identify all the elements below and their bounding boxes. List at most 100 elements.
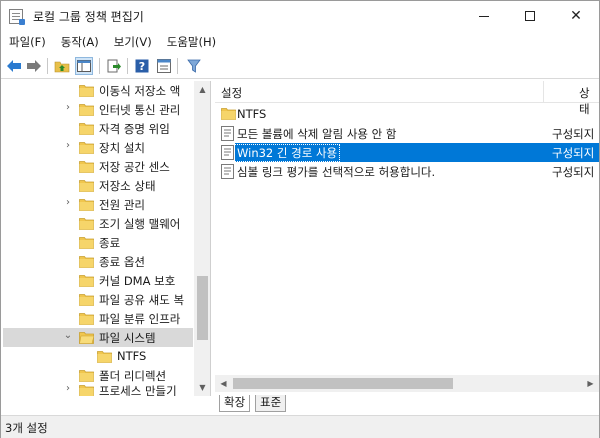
folder-icon (79, 198, 94, 211)
menu-help[interactable]: 도움말(H) (159, 31, 223, 52)
status-text: 3개 설정 (5, 421, 48, 435)
filter-icon (187, 59, 201, 73)
help-button[interactable]: ? (133, 57, 151, 75)
maximize-icon (525, 11, 535, 21)
tree-item[interactable]: 저장 공간 센스 (3, 157, 193, 176)
tree-item-label: 종료 옵션 (99, 255, 145, 269)
list-item[interactable]: 모든 볼륨에 삭제 알림 사용 안 함 구성되지 (215, 124, 599, 143)
up-level-button[interactable] (53, 57, 71, 75)
tree-item-label: 파일 시스템 (99, 331, 156, 345)
settings-list-pane[interactable]: 설정 상태 NTFS 모든 볼륨에 삭제 알림 사용 안 함 구성되지 Win3… (215, 81, 599, 396)
list-item-state: 구성되지 (552, 127, 595, 141)
tree-item-label: 조기 실행 맬웨어 (99, 217, 181, 231)
tree-item[interactable]: 이동식 저장소 액 (3, 81, 193, 100)
tree-item[interactable]: 조기 실행 맬웨어 (3, 214, 193, 233)
folder-icon (79, 293, 94, 306)
back-button[interactable] (5, 57, 23, 75)
expand-arrow-icon[interactable]: › (63, 102, 73, 113)
tree-item[interactable]: › 장치 설치 (3, 138, 193, 157)
forward-button[interactable] (25, 57, 43, 75)
expand-arrow-icon[interactable]: › (63, 383, 73, 394)
tree-item-label: 자격 증명 위임 (99, 122, 170, 136)
up-folder-icon (54, 61, 70, 73)
list-item-name: NTFS (237, 107, 267, 121)
tree-item[interactable]: 저장소 상태 (3, 176, 193, 195)
list-item-name: 심볼 링크 평가를 선택적으로 허용합니다. (237, 165, 436, 179)
tree-item-label: 커널 DMA 보호 (99, 274, 176, 288)
folder-icon (79, 103, 94, 116)
folder-icon (79, 384, 94, 396)
navigation-tree[interactable]: 이동식 저장소 액 › 인터넷 통신 관리 자격 증명 위임 › 장치 설치 저… (3, 81, 211, 396)
scroll-up-icon[interactable]: ▲ (194, 81, 210, 98)
tree-item-selected[interactable]: ⌄ 파일 시스템 (3, 328, 193, 347)
toolbar-separator (47, 58, 48, 74)
show-hide-tree-button[interactable] (75, 57, 93, 75)
tree-item-label: 인터넷 통신 관리 (99, 103, 181, 117)
list-item[interactable]: 심볼 링크 평가를 선택적으로 허용합니다. 구성되지 (215, 162, 599, 181)
toolbar-separator (127, 58, 128, 74)
folder-icon (79, 255, 94, 268)
open-folder-icon (79, 331, 94, 344)
list-item-state: 구성되지 (552, 165, 595, 179)
column-header-setting[interactable]: 설정 (221, 85, 242, 101)
list-item[interactable]: NTFS (215, 105, 599, 124)
expand-arrow-icon[interactable]: › (63, 140, 73, 151)
scroll-down-icon[interactable]: ▼ (194, 379, 210, 396)
tree-item[interactable]: › 전원 관리 (3, 195, 193, 214)
svg-text:?: ? (139, 60, 145, 73)
menu-file[interactable]: 파일(F) (1, 31, 53, 52)
tree-item[interactable]: 파일 분류 인프라 (3, 309, 193, 328)
minimize-button[interactable] (461, 1, 507, 31)
forward-arrow-icon (27, 60, 41, 72)
title-bar: 로컬 그룹 정책 편집기 ✕ (1, 1, 599, 31)
menu-view[interactable]: 보기(V) (106, 31, 159, 52)
folder-icon (221, 107, 236, 120)
minimize-icon (479, 15, 489, 17)
tab-standard[interactable]: 표준 (255, 395, 287, 412)
scroll-left-icon[interactable]: ◀ (215, 375, 232, 392)
properties-button[interactable] (155, 57, 173, 75)
list-column-header: 설정 상태 (215, 81, 599, 116)
close-button[interactable]: ✕ (553, 1, 599, 31)
tree-item[interactable]: 자격 증명 위임 (3, 119, 193, 138)
scroll-thumb[interactable] (233, 378, 453, 389)
tree-item-label: NTFS (117, 349, 147, 363)
tree-item[interactable]: › 프로세스 만들기 (3, 381, 193, 396)
tree-item[interactable]: 파일 공유 섀도 복 (3, 290, 193, 309)
properties-icon (157, 59, 171, 73)
menu-action[interactable]: 동작(A) (53, 31, 106, 52)
folder-icon (79, 122, 94, 135)
tree-item-label: 파일 분류 인프라 (99, 312, 181, 326)
tree-item-label: 종료 (99, 236, 121, 250)
tree-item[interactable]: 종료 옵션 (3, 252, 193, 271)
list-item-state: 구성되지 (552, 146, 595, 160)
column-divider[interactable] (543, 81, 544, 103)
toolbar: ? (1, 53, 599, 79)
filter-button[interactable] (185, 57, 203, 75)
folder-icon (79, 160, 94, 173)
tree-item-label: 파일 공유 섀도 복 (99, 293, 185, 307)
policy-setting-icon (221, 145, 234, 160)
show-hide-tree-icon (77, 60, 91, 72)
tree-item[interactable]: 커널 DMA 보호 (3, 271, 193, 290)
tree-item-child[interactable]: NTFS (3, 347, 193, 366)
export-list-button[interactable] (105, 57, 123, 75)
scroll-right-icon[interactable]: ▶ (582, 375, 599, 392)
tree-item[interactable]: › 인터넷 통신 관리 (3, 100, 193, 119)
view-tabs: 확장 표준 (215, 395, 599, 413)
list-horizontal-scrollbar[interactable]: ◀ ▶ (215, 375, 599, 392)
scroll-thumb[interactable] (197, 276, 208, 340)
expand-arrow-icon[interactable]: › (63, 197, 73, 208)
tree-item-label: 저장소 상태 (99, 179, 156, 193)
tree-item[interactable]: 종료 (3, 233, 193, 252)
maximize-button[interactable] (507, 1, 553, 31)
policy-setting-icon (221, 126, 234, 141)
collapse-arrow-icon[interactable]: ⌄ (63, 330, 73, 341)
policy-setting-icon (221, 164, 234, 179)
help-icon: ? (135, 59, 149, 73)
list-item-name: 모든 볼륨에 삭제 알림 사용 안 함 (237, 127, 397, 141)
tab-extended[interactable]: 확장 (219, 395, 251, 412)
tree-vertical-scrollbar[interactable]: ▲ ▼ (194, 81, 210, 396)
list-item-selected[interactable]: Win32 긴 경로 사용 구성되지 (215, 143, 599, 162)
window-title: 로컬 그룹 정책 편집기 (33, 10, 144, 24)
